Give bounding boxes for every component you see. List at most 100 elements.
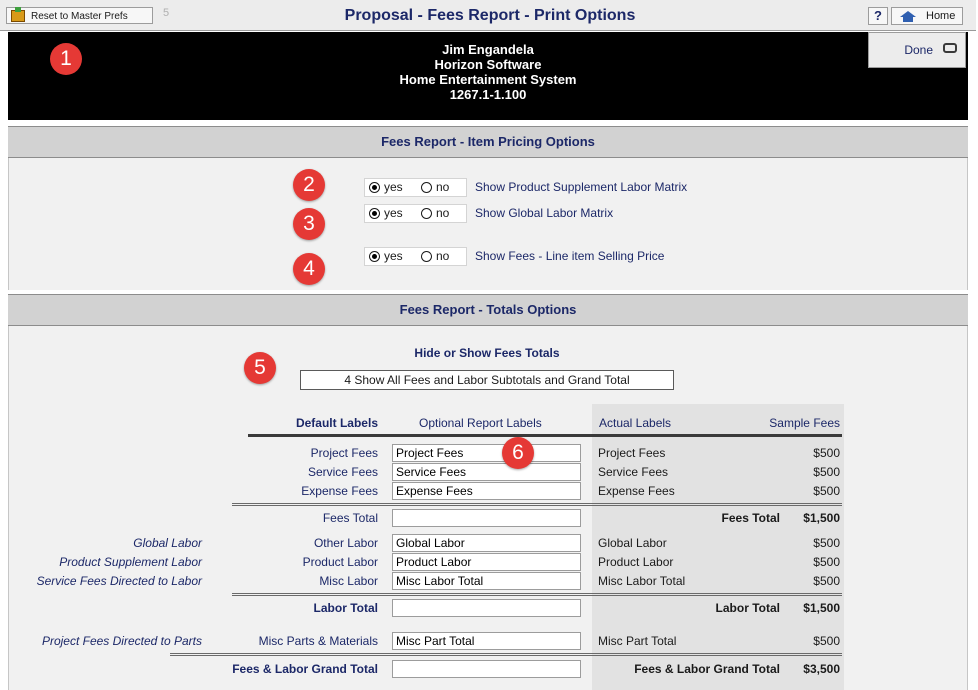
radio-no[interactable] [421, 208, 432, 219]
optional-label-input-grand-total[interactable] [392, 660, 581, 678]
radio-no[interactable] [421, 251, 432, 262]
annotation-badge-5: 5 [244, 352, 276, 384]
sample-fee: $500 [813, 484, 840, 498]
done-button-label: Done [904, 43, 933, 57]
radio-yes[interactable] [369, 182, 380, 193]
default-label-misc-labor: Misc Labor [319, 574, 378, 588]
default-label-grand-total: Fees & Labor Grand Total [232, 662, 378, 676]
optional-label-input-parts[interactable]: Misc Part Total [392, 632, 581, 650]
project-name: Home Entertainment System [399, 72, 577, 87]
sample-fee: $500 [813, 574, 840, 588]
optional-label-input[interactable]: Misc Labor Total [392, 572, 581, 590]
header-divider [248, 434, 842, 437]
divider-line [170, 655, 842, 656]
proposal-number: 1267.1-1.100 [449, 87, 527, 102]
optional-label-input[interactable]: Project Fees [392, 444, 581, 462]
radio-yes[interactable] [369, 208, 380, 219]
company-name: Horizon Software [434, 57, 542, 72]
product-supplement-labor-radio-group: yes no [364, 178, 467, 197]
hide-show-totals-heading: Hide or Show Fees Totals [414, 346, 560, 360]
default-label-service-fees: Service Fees [307, 465, 378, 479]
parts-source-label: Project Fees Directed to Parts [41, 634, 202, 648]
sample-fee-grand-total: $3,500 [803, 662, 840, 676]
default-label-fees-total: Fees Total [322, 511, 378, 525]
optional-label-input-labor-total[interactable] [392, 599, 581, 617]
actual-label: Product Labor [598, 555, 674, 569]
item-pricing-panel [8, 158, 968, 290]
customer-name: Jim Engandela [442, 42, 534, 57]
option-label-product-supplement-labor: Show Product Supplement Labor Matrix [475, 180, 688, 194]
actual-labels-header: Actual Labels [599, 416, 672, 430]
help-button[interactable]: ? [868, 7, 888, 25]
radio-yes-label: yes [384, 206, 403, 220]
sample-fee: $500 [813, 465, 840, 479]
actual-label: Expense Fees [598, 484, 675, 498]
return-arrow-icon [943, 43, 957, 53]
radio-no-label: no [436, 249, 450, 263]
optional-label-input[interactable]: Global Labor [392, 534, 581, 552]
sample-fee: $500 [813, 536, 840, 550]
radio-no[interactable] [421, 182, 432, 193]
actual-label-fees-total: Fees Total [721, 511, 780, 525]
option-label-global-labor: Show Global Labor Matrix [475, 206, 614, 220]
optional-label-input[interactable]: Service Fees [392, 463, 581, 481]
divider-line [232, 505, 842, 506]
home-button[interactable]: Home [891, 7, 963, 25]
actual-label-labor-total: Labor Total [715, 601, 780, 615]
page-title: Proposal - Fees Report - Print Options [344, 7, 636, 24]
sample-fee: $500 [813, 446, 840, 460]
hide-show-totals-dropdown[interactable]: 4 Show All Fees and Labor Subtotals and … [300, 370, 674, 390]
annotation-badge-1: 1 [50, 43, 82, 75]
sample-fee-fees-total: $1,500 [803, 511, 840, 525]
labor-source-label: Product Supplement Labor [59, 555, 202, 569]
record-counter: 5 [163, 7, 170, 19]
actual-label: Misc Labor Total [598, 574, 686, 588]
labor-source-label: Global Labor [133, 536, 202, 550]
default-label-product-labor: Product Labor [302, 555, 378, 569]
divider-line [170, 653, 842, 654]
sample-fee: $500 [813, 555, 840, 569]
divider-line [232, 503, 842, 504]
radio-yes-label: yes [384, 180, 403, 194]
divider-line [232, 593, 842, 594]
divider-line [232, 595, 842, 596]
totals-section-header: Fees Report - Totals Options [8, 294, 968, 326]
actual-label: Project Fees [598, 446, 666, 460]
sample-fees-header: Sample Fees [769, 416, 840, 430]
optional-label-input[interactable]: Product Labor [392, 553, 581, 571]
reset-to-master-prefs-button[interactable]: Reset to Master Prefs [6, 7, 153, 24]
default-label-labor-total: Labor Total [313, 601, 378, 615]
prefs-box-icon [11, 7, 25, 22]
global-labor-radio-group: yes no [364, 204, 467, 223]
actual-label: Service Fees [598, 465, 669, 479]
annotation-badge-3: 3 [293, 208, 325, 240]
line-item-price-radio-group: yes no [364, 247, 467, 266]
default-label-misc-parts: Misc Parts & Materials [258, 634, 378, 648]
done-button[interactable]: Done [868, 32, 966, 68]
radio-no-label: no [436, 206, 450, 220]
annotation-badge-4: 4 [293, 253, 325, 285]
customer-header: Jim Engandela Horizon Software Home Ente… [8, 32, 968, 120]
optional-label-input-fees-total[interactable] [392, 509, 581, 527]
optional-label-input[interactable]: Expense Fees [392, 482, 581, 500]
default-label-expense-fees: Expense Fees [301, 484, 378, 498]
option-label-line-item-price: Show Fees - Line item Selling Price [475, 249, 665, 263]
optional-labels-header: Optional Report Labels [419, 416, 542, 430]
default-label-other-labor: Other Labor [313, 536, 378, 550]
annotation-badge-2: 2 [293, 169, 325, 201]
radio-yes[interactable] [369, 251, 380, 262]
actual-label-grand-total: Fees & Labor Grand Total [634, 662, 780, 676]
sample-fee-parts: $500 [813, 634, 840, 648]
labor-source-label: Service Fees Directed to Labor [36, 574, 202, 588]
default-label-project-fees: Project Fees [310, 446, 378, 460]
annotation-badge-6: 6 [502, 437, 534, 469]
actual-label: Global Labor [598, 536, 667, 550]
default-labels-header: Default Labels [295, 416, 378, 430]
home-button-label: Home [926, 10, 956, 22]
reset-button-label: Reset to Master Prefs [31, 11, 128, 22]
actual-label-parts: Misc Part Total [598, 634, 677, 648]
sample-fee-labor-total: $1,500 [803, 601, 840, 615]
radio-yes-label: yes [384, 249, 403, 263]
radio-no-label: no [436, 180, 450, 194]
home-icon [900, 11, 916, 22]
